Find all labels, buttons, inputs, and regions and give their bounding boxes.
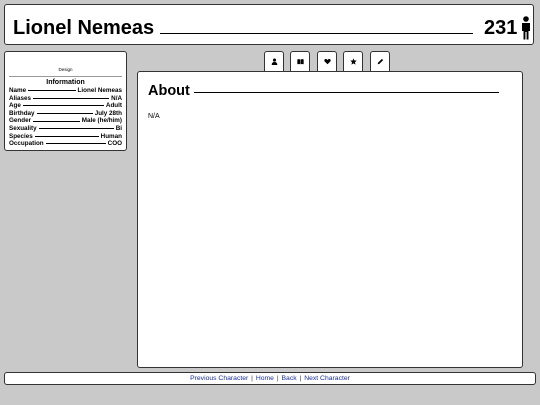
- heart-icon: [323, 58, 331, 65]
- info-row-occupation: Occupation COO: [9, 140, 122, 148]
- footer-divider: |: [276, 375, 279, 382]
- star-icon: [349, 58, 357, 65]
- info-title: Information: [46, 79, 85, 86]
- design-label: Design: [58, 67, 73, 72]
- footer-nav: Previous Character | Home | Back | Next …: [4, 372, 536, 385]
- about-panel: About N/A: [137, 71, 523, 368]
- info-value: Bi: [115, 124, 122, 132]
- next-character-link[interactable]: Next Character: [304, 375, 350, 382]
- info-rows: Name Lionel Nemeas Aliases N/A Age Adult Bi…: [9, 87, 122, 148]
- info-label: Name: [9, 87, 27, 94]
- leader-line: [34, 135, 99, 137]
- leader-line: [33, 120, 80, 122]
- leader-line: [38, 128, 114, 130]
- tab-profile[interactable]: [264, 51, 284, 71]
- person-icon: [522, 16, 530, 40]
- info-value: COO: [107, 140, 122, 148]
- info-label: Species: [9, 132, 33, 140]
- info-value: July 28th: [94, 109, 122, 117]
- person-icon: [271, 58, 277, 65]
- character-name: Lionel Nemeas: [13, 17, 155, 39]
- info-label: Sexuality: [9, 124, 37, 132]
- info-value: N/A: [111, 94, 122, 102]
- info-value: Male (he/him): [81, 117, 122, 125]
- about-text: N/A: [148, 113, 160, 120]
- info-label: Occupation: [9, 140, 44, 148]
- book-icon: [296, 59, 304, 65]
- previous-character-link[interactable]: Previous Character: [190, 375, 248, 382]
- info-value: Adult: [105, 102, 122, 110]
- tab-notes[interactable]: [370, 51, 390, 71]
- leader-line: [28, 90, 76, 92]
- info-row-name: Name Lionel Nemeas: [9, 87, 122, 95]
- info-sidebar: Design Information Name Lionel Nemeas Ali…: [4, 51, 127, 151]
- leader-line: [22, 105, 104, 107]
- info-row-sexuality: Sexuality Bi: [9, 125, 122, 133]
- header-divider: [160, 33, 473, 34]
- tab-favorites[interactable]: [343, 51, 363, 71]
- character-header: Lionel Nemeas 231: [4, 4, 534, 45]
- info-row-gender: Gender Male (he/him): [9, 117, 122, 125]
- info-label: Aliases: [9, 94, 32, 102]
- section-title: About: [148, 83, 190, 99]
- home-link[interactable]: Home: [256, 375, 274, 382]
- info-label: Gender: [9, 117, 32, 125]
- pencil-icon: [377, 58, 383, 65]
- info-label: Age: [9, 102, 21, 110]
- leader-line: [33, 97, 110, 99]
- info-row-age: Age Adult: [9, 102, 122, 110]
- tab-story[interactable]: [290, 51, 310, 71]
- leader-line: [45, 143, 106, 145]
- title-divider: [194, 92, 499, 93]
- footer-divider: |: [299, 375, 302, 382]
- back-link[interactable]: Back: [282, 375, 297, 382]
- info-row-aliases: Aliases N/A: [9, 95, 122, 103]
- info-value: Human: [100, 132, 122, 140]
- sidebar-divider: [9, 76, 122, 77]
- leader-line: [36, 113, 93, 115]
- character-number: 231: [484, 17, 518, 39]
- info-row-species: Species Human: [9, 133, 122, 141]
- footer-divider: |: [251, 375, 253, 382]
- tab-relationships[interactable]: [317, 51, 337, 71]
- info-value: Lionel Nemeas: [77, 87, 122, 94]
- info-label: Birthday: [9, 109, 35, 117]
- info-row-birthday: Birthday July 28th: [9, 110, 122, 118]
